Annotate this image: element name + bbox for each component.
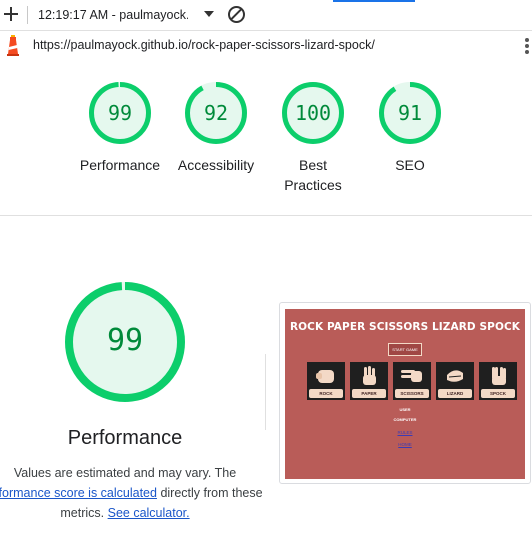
choice-lizard: LIZARD [436, 362, 474, 400]
choice-label: SCISSORS [395, 389, 429, 398]
performance-score: 99 [106, 323, 144, 358]
gauge-score: 100 [294, 101, 332, 125]
gauge-score: 92 [203, 101, 229, 125]
rules-link: RULES [397, 430, 413, 435]
desc-text: directly from these [156, 486, 263, 500]
gauge-label: Best Practices [263, 155, 363, 195]
choice-label: SPOCK [481, 389, 515, 398]
choice-rock: ROCK [307, 362, 345, 400]
spock-hand-icon [492, 367, 506, 385]
choice-label: LIZARD [438, 389, 472, 398]
gauge-best-practices[interactable]: 100 Best Practices [263, 81, 363, 195]
vertical-divider [265, 354, 266, 430]
block-icon[interactable] [228, 6, 245, 23]
top-toolbar: 12:19:17 AM - paulmayock.githu [0, 0, 532, 31]
choice-label: PAPER [352, 389, 386, 398]
choice-label: ROCK [309, 389, 343, 398]
gauge-seo[interactable]: 91 SEO [360, 81, 460, 175]
gauge-performance[interactable]: 99 Performance [70, 81, 170, 175]
start-game-button: START GAME [388, 343, 422, 356]
report-timestamp: 12:19:17 AM - paulmayock.githu [38, 8, 188, 22]
screenshot-image: ROCK PAPER SCISSORS LIZARD SPOCK START G… [285, 309, 525, 479]
open-hand-icon [363, 366, 376, 385]
performance-description: Values are estimated and may vary. The e… [0, 463, 264, 523]
desc-line-3: metrics. See calculator. [0, 503, 264, 523]
fist-icon [316, 370, 334, 383]
gauge-score: 99 [107, 101, 133, 125]
section-divider [0, 215, 532, 216]
performance-gauge-large: 99 [64, 281, 186, 403]
gauge-label-line1: Best [298, 157, 327, 173]
desc-text: metrics. [60, 506, 108, 520]
user-score-label: USER [399, 407, 411, 412]
performance-title: Performance [67, 427, 183, 449]
computer-score-label: COMPUTER [393, 417, 417, 422]
lighthouse-icon [7, 35, 19, 56]
gauge-label: SEO [395, 157, 425, 173]
page-url[interactable]: https://paulmayock.github.io/rock-paper-… [33, 38, 375, 52]
gauge-label: Performance [79, 157, 161, 173]
score-calculation-link[interactable]: erformance score is calculated [0, 486, 157, 500]
desc-line-2: erformance score is calculated directly … [0, 483, 264, 503]
gauge-score: 91 [397, 101, 423, 125]
choice-paper: PAPER [350, 362, 388, 400]
game-title: ROCK PAPER SCISSORS LIZARD SPOCK [289, 321, 521, 333]
choice-scissors: SCISSORS [393, 362, 431, 400]
plus-icon[interactable] [2, 5, 20, 23]
gauge-label-line2: Practices [284, 177, 342, 193]
gauge-label: Accessibility [177, 157, 255, 173]
url-row: https://paulmayock.github.io/rock-paper-… [0, 31, 532, 60]
more-vert-icon[interactable] [524, 38, 530, 54]
desc-line-1: Values are estimated and may vary. The [13, 466, 237, 480]
final-screenshot[interactable]: ROCK PAPER SCISSORS LIZARD SPOCK START G… [279, 302, 531, 484]
scissors-hand-icon [401, 370, 422, 382]
toolbar-divider [27, 6, 28, 24]
choice-spock: SPOCK [479, 362, 517, 400]
chevron-down-icon[interactable] [203, 8, 215, 20]
home-link: HOME [398, 442, 412, 447]
lizard-hand-icon [447, 370, 463, 382]
active-tab-indicator [333, 0, 415, 2]
gauge-accessibility[interactable]: 92 Accessibility [166, 81, 266, 175]
see-calculator-link[interactable]: See calculator. [108, 506, 190, 520]
